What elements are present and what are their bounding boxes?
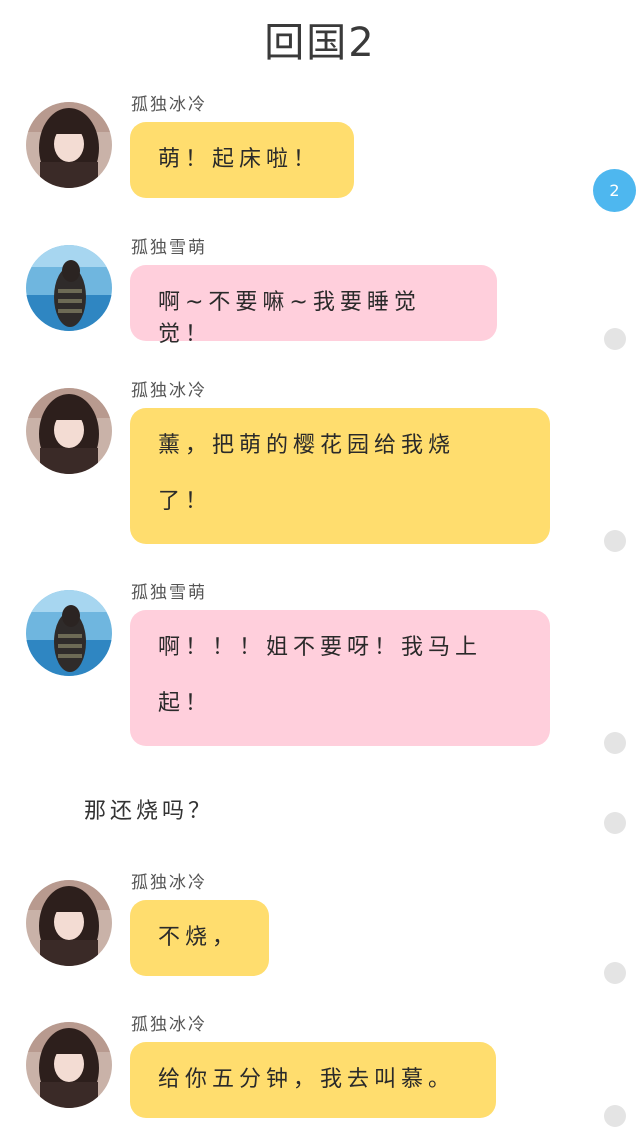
message-bubble[interactable]: 萌！起床啦！ <box>130 122 354 198</box>
page-title: 回国2 <box>264 20 376 66</box>
avatar[interactable] <box>26 102 112 188</box>
message-bubble[interactable]: 给你五分钟，我去叫慕。 <box>130 1042 496 1118</box>
message-item: 孤独雪萌 啊~不要嘛~我要睡觉觉！ <box>0 237 600 347</box>
message-item: 孤独冰冷 给你五分钟，我去叫慕。 <box>0 1014 600 1124</box>
avatar[interactable] <box>26 1022 112 1108</box>
sender-name: 孤独冰冷 <box>131 381 207 401</box>
avatar[interactable] <box>26 388 112 474</box>
comment-marker-dot[interactable] <box>604 732 626 754</box>
sender-name: 孤独冰冷 <box>131 1015 207 1035</box>
message-bubble[interactable]: 啊~不要嘛~我要睡觉觉！ <box>130 265 497 347</box>
comment-marker-dot[interactable] <box>604 530 626 552</box>
sender-name: 孤独冰冷 <box>131 95 207 115</box>
sender-name: 孤独冰冷 <box>131 873 207 893</box>
message-item: 孤独冰冷 萌！起床啦！ <box>0 94 600 204</box>
comment-marker-dot[interactable] <box>604 328 626 350</box>
message-bubble[interactable]: 不烧， <box>130 900 269 976</box>
message-item: 孤独雪萌 啊！！！姐不要呀！我马上起！ <box>0 582 600 747</box>
message-item: 孤独冰冷 薰，把萌的樱花园给我烧了！ <box>0 380 600 545</box>
avatar[interactable] <box>26 245 112 331</box>
comment-marker-dot[interactable] <box>604 1105 626 1127</box>
narration-text: 那还烧吗？ <box>84 799 215 824</box>
avatar[interactable] <box>26 880 112 966</box>
message-item: 孤独冰冷 不烧， <box>0 872 600 982</box>
message-bubble[interactable]: 啊！！！姐不要呀！我马上起！ <box>130 610 550 746</box>
message-bubble[interactable]: 薰，把萌的樱花园给我烧了！ <box>130 408 550 544</box>
sender-name: 孤独雪萌 <box>131 238 207 258</box>
sender-name: 孤独雪萌 <box>131 583 207 603</box>
comment-marker-dot[interactable] <box>604 962 626 984</box>
avatar[interactable] <box>26 590 112 676</box>
comment-count-badge[interactable]: 2 <box>593 169 636 212</box>
comment-marker-dot[interactable] <box>604 812 626 834</box>
